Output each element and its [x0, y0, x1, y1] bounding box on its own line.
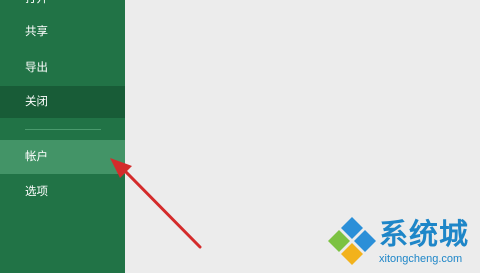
menu-item-account[interactable]: 帐户: [0, 140, 125, 174]
watermark-title: 系统城: [379, 217, 470, 251]
menu-item-close[interactable]: 关闭: [0, 86, 125, 118]
menu-item-export[interactable]: 导出: [0, 56, 125, 80]
menu-item-label: 关闭: [25, 94, 48, 109]
menu-item-share[interactable]: 共享: [0, 20, 125, 44]
watermark: 系统城 xitongcheng.com: [327, 214, 477, 270]
menu-item-label: 选项: [25, 184, 48, 199]
menu-item-label: 导出: [25, 60, 48, 75]
menu-item-options[interactable]: 选项: [0, 180, 125, 204]
menu-divider: [25, 129, 101, 130]
menu-item-label: 共享: [25, 24, 48, 39]
watermark-domain: xitongcheng.com: [379, 253, 463, 265]
menu-item-label: 打开: [25, 0, 48, 5]
menu-item-label: 帐户: [25, 149, 48, 164]
watermark-diamond-logo-icon: [328, 217, 376, 265]
backstage-sidebar: 打开 共享 导出 关闭 帐户 选项: [0, 0, 125, 273]
backstage-screen: 打开 共享 导出 关闭 帐户 选项 系统城 xitongcheng.co: [0, 0, 480, 273]
menu-item-open[interactable]: 打开: [0, 0, 125, 10]
